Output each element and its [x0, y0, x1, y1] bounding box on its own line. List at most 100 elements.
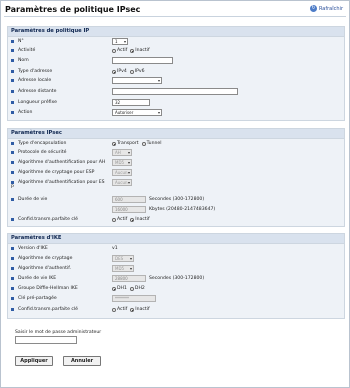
- activity-active-radio[interactable]: Actif: [112, 48, 127, 53]
- admin-password-input[interactable]: [15, 336, 77, 344]
- row-pfs: Confid.transm.parfaite clé Actif Inactif: [8, 216, 344, 224]
- row-auth-esp: Algorithme d'authentification pour ES P …: [8, 179, 344, 191]
- label-auth-esp: Algorithme d'authentification pour ES: [18, 180, 105, 185]
- bullet-icon: [11, 79, 14, 82]
- row-auth-ah: Algorithme d'authentification pour AH MD…: [8, 159, 344, 167]
- row-lifetime: Durée de vie 600 Secondes (300-172800): [8, 196, 344, 204]
- ike-version-value: v1: [112, 246, 118, 251]
- apply-button[interactable]: Appliquer: [15, 356, 53, 366]
- row-activity: Activité Actif Inactif: [8, 47, 344, 55]
- row-ike-auth: Algorithme d'authentif. MD5 ▾: [8, 265, 344, 273]
- section-ipsec: Paramètres IPsec Type d'encapsulation Tr…: [7, 128, 345, 227]
- action-select[interactable]: Autoriser ▾: [112, 109, 162, 116]
- row-encap: Type d'encapsulation Transport Tunnel: [8, 140, 344, 148]
- chevron-down-icon: ▾: [127, 180, 130, 185]
- bullet-icon: [11, 287, 14, 290]
- row-name: Nom: [8, 57, 344, 65]
- crypt-esp-select[interactable]: Aucun ▾: [112, 169, 132, 176]
- chevron-down-icon: ▾: [129, 266, 132, 271]
- ike-lifetime-input[interactable]: 28800: [112, 275, 146, 282]
- divider: [4, 16, 346, 17]
- chevron-down-icon: ▾: [127, 160, 130, 165]
- row-protocol: Protocole de sécurité AH ▾: [8, 149, 344, 157]
- label-action: Action: [18, 110, 33, 115]
- row-lifetime-kb: 16000 Kbytes (20480-2147483647): [8, 206, 344, 214]
- row-ike-version: Version d'IKE v1: [8, 245, 344, 253]
- bullet-icon: [11, 247, 14, 250]
- refresh-label: Rafraîchir: [318, 5, 343, 12]
- row-ike-lifetime: Durée de vie IKE 28800 Secondes (300-172…: [8, 275, 344, 283]
- label-ike-crypt: Algorithme de cryptage: [18, 256, 73, 261]
- lifetime-seconds-unit: Secondes (300-172800): [149, 197, 205, 202]
- row-psk: Clé pré-partagée *******: [8, 295, 344, 303]
- ike-crypt-select[interactable]: DES ▾: [112, 255, 134, 262]
- row-remote-addr: Adresse distante: [8, 88, 344, 96]
- bullet-icon: [11, 59, 14, 62]
- auth-esp-select[interactable]: Aucun ▾: [112, 179, 132, 186]
- section-ip-policy: Paramètres de politique IP N° 1 ▾ Activit…: [7, 26, 345, 121]
- refresh-link[interactable]: ↻ Rafraîchir: [309, 5, 343, 12]
- dh2-radio[interactable]: DH2: [129, 286, 145, 291]
- tunnel-radio[interactable]: Tunnel: [141, 141, 162, 146]
- ipv4-radio[interactable]: IPv4: [112, 69, 127, 74]
- bullet-icon: [11, 257, 14, 260]
- label-auth-esp-wrap: P: [11, 185, 14, 190]
- section-heading: Paramètres d'IKE: [8, 234, 344, 244]
- local-addr-select[interactable]: ▾: [112, 77, 162, 84]
- row-number: N° 1 ▾: [8, 38, 344, 46]
- auth-ah-select[interactable]: MD5 ▾: [112, 159, 132, 166]
- bullet-icon: [11, 277, 14, 280]
- label-pfs: Confid.transm.parfaite clé: [18, 217, 78, 222]
- cancel-button[interactable]: Annuler: [63, 356, 101, 366]
- row-ike-crypt: Algorithme de cryptage DES ▾: [8, 255, 344, 263]
- bullet-icon: [11, 49, 14, 52]
- bullet-icon: [11, 218, 14, 221]
- row-prefix: Longueur préfixe 32: [8, 99, 344, 107]
- chevron-down-icon: ▾: [129, 256, 132, 261]
- bullet-icon: [11, 111, 14, 114]
- remote-addr-input[interactable]: [112, 88, 238, 95]
- activity-inactive-radio[interactable]: Inactif: [130, 48, 150, 53]
- label-ike-version: Version d'IKE: [18, 246, 48, 251]
- bullet-icon: [11, 40, 14, 43]
- name-input[interactable]: [112, 57, 173, 64]
- pfs-active-radio[interactable]: Actif: [112, 217, 127, 222]
- label-number: N°: [18, 39, 24, 44]
- chevron-down-icon: ▾: [157, 78, 160, 83]
- lifetime-kb-input[interactable]: 16000: [112, 206, 146, 213]
- label-activity: Activité: [18, 48, 36, 53]
- row-ike-pfs: Confid.transm.parfaite clé Actif Inactif: [8, 306, 344, 314]
- bullet-icon: [11, 161, 14, 164]
- ike-pfs-inactive-radio[interactable]: Inactif: [130, 307, 150, 312]
- label-name: Nom: [18, 58, 29, 63]
- transport-radio[interactable]: Transport: [112, 141, 139, 146]
- ike-pfs-active-radio[interactable]: Actif: [112, 307, 127, 312]
- number-select[interactable]: 1 ▾: [112, 38, 128, 45]
- label-ike-auth: Algorithme d'authentif.: [18, 266, 71, 271]
- label-encap: Type d'encapsulation: [18, 141, 67, 146]
- row-addr-type: Type d'adresse IPv4 IPv6: [8, 68, 344, 76]
- bullet-icon: [11, 142, 14, 145]
- ike-auth-select[interactable]: MD5 ▾: [112, 265, 134, 272]
- bullet-icon: [11, 90, 14, 93]
- ike-lifetime-unit: Secondes (300-172800): [149, 276, 205, 281]
- bullet-icon: [11, 308, 14, 311]
- page: Paramètres de politique IPsec ↻ Rafraîch…: [0, 0, 350, 388]
- chevron-down-icon: ▾: [123, 39, 126, 44]
- psk-input[interactable]: *******: [112, 295, 156, 302]
- ipv6-radio[interactable]: IPv6: [129, 69, 145, 74]
- prefix-input[interactable]: 32: [112, 99, 150, 106]
- label-ike-lifetime: Durée de vie IKE: [18, 276, 57, 281]
- bullet-icon: [11, 101, 14, 104]
- label-remote-addr: Adresse distante: [18, 89, 57, 94]
- lifetime-seconds-input[interactable]: 600: [112, 196, 146, 203]
- section-heading: Paramètres de politique IP: [8, 27, 344, 37]
- row-crypt-esp: Algorithme de cryptage pour ESP Aucun ▾: [8, 169, 344, 177]
- label-local-addr: Adresse locale: [18, 78, 52, 83]
- bullet-icon: [11, 267, 14, 270]
- pfs-inactive-radio[interactable]: Inactif: [130, 217, 150, 222]
- protocol-select[interactable]: AH ▾: [112, 149, 132, 156]
- dh1-radio[interactable]: DH1: [112, 286, 127, 291]
- label-protocol: Protocole de sécurité: [18, 150, 67, 155]
- bullet-icon: [11, 297, 14, 300]
